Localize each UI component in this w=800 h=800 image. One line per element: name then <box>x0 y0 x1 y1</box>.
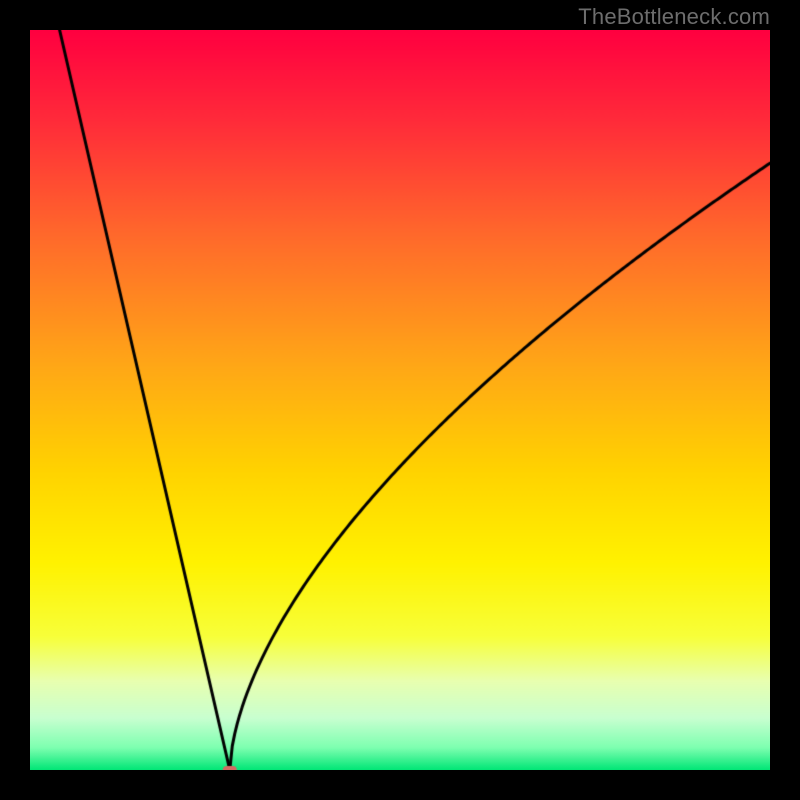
bottleneck-curve <box>30 30 770 770</box>
plot-area <box>30 30 770 770</box>
watermark-label: TheBottleneck.com <box>578 4 770 30</box>
chart-container: TheBottleneck.com <box>0 0 800 800</box>
